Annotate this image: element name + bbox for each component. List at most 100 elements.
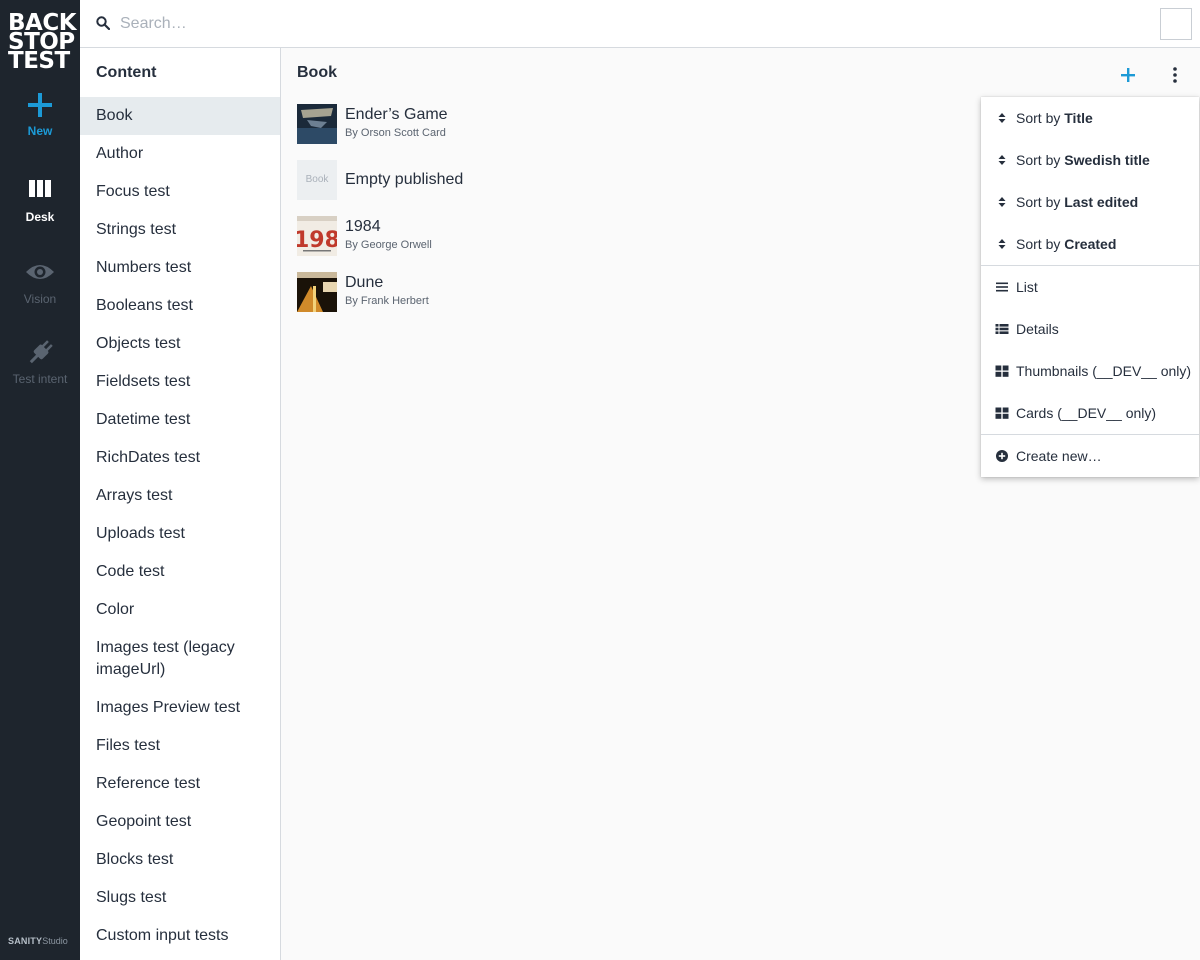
- type-item-color[interactable]: Color: [80, 591, 280, 629]
- menu-sort-by-created[interactable]: Sort by Created: [981, 223, 1199, 265]
- menu-layout-list[interactable]: List: [981, 266, 1199, 308]
- menu-item-label: Cards (__DEV__ only): [1016, 405, 1157, 421]
- menu-layout-cards[interactable]: Cards (__DEV__ only): [981, 392, 1199, 434]
- document-subtitle: By Frank Herbert: [345, 295, 429, 307]
- document-title: Ender’s Game: [345, 106, 448, 123]
- desk-columns-icon: [29, 180, 51, 197]
- pane-dropdown-menu: Sort by Title Sort by Swedish title Sort…: [981, 97, 1199, 477]
- type-item-focus-test[interactable]: Focus test: [80, 173, 280, 211]
- type-item-uploads-test[interactable]: Uploads test: [80, 515, 280, 553]
- type-item-richdates-test[interactable]: RichDates test: [80, 439, 280, 477]
- test-intent-label: Test intent: [12, 372, 68, 386]
- sanity-studio-logo: SANITYStudio: [8, 936, 68, 946]
- search-icon: [96, 16, 110, 30]
- document-item[interactable]: Dune By Frank Herbert: [297, 272, 897, 328]
- studio-text: Studio: [42, 936, 68, 946]
- vision-label: Vision: [23, 292, 57, 306]
- logo-line: TEST: [8, 48, 70, 74]
- document-subtitle: By Orson Scott Card: [345, 127, 446, 139]
- user-avatar-button[interactable]: [1160, 8, 1192, 40]
- test-intent-tool-button[interactable]: Test intent: [0, 338, 80, 386]
- details-icon: [995, 324, 1009, 334]
- menu-create-new[interactable]: Create new…: [981, 435, 1199, 477]
- dune-cover-image: [297, 272, 337, 312]
- sort-icon: [998, 155, 1006, 165]
- menu-item-label: Sort by Last edited: [1016, 194, 1138, 210]
- plug-icon: [29, 340, 53, 364]
- type-item-geopoint-test[interactable]: Geopoint test: [80, 803, 280, 841]
- new-label: New: [27, 124, 53, 138]
- menu-item-label: Sort by Title: [1016, 110, 1093, 126]
- list-icon: [996, 282, 1008, 292]
- type-item-datetime-test[interactable]: Datetime test: [80, 401, 280, 439]
- desk-label: Desk: [25, 210, 55, 224]
- type-item-author[interactable]: Author: [80, 135, 280, 173]
- type-item-files-test[interactable]: Files test: [80, 727, 280, 765]
- book-placeholder-thumb: Book: [297, 160, 337, 200]
- sort-prefix: Sort by: [1016, 110, 1061, 126]
- document-item[interactable]: Ender’s Game By Orson Scott Card: [297, 104, 897, 160]
- type-item-arrays-test[interactable]: Arrays test: [80, 477, 280, 515]
- 1984-cover-image: 1984: [297, 216, 337, 256]
- type-item-blocks-test[interactable]: Blocks test: [80, 841, 280, 879]
- tool-rail: BACK STOP TEST New Desk Vision Test inte…: [0, 0, 80, 960]
- menu-layout-thumbnails[interactable]: Thumbnails (__DEV__ only): [981, 350, 1199, 392]
- menu-item-label: Thumbnails (__DEV__ only): [1016, 363, 1192, 379]
- sort-prefix: Sort by: [1016, 152, 1061, 168]
- content-pane-title: Content: [96, 64, 157, 81]
- top-search-bar: [80, 0, 1200, 48]
- sort-icon: [998, 197, 1006, 207]
- menu-sort-by-last-edited[interactable]: Sort by Last edited: [981, 181, 1199, 223]
- sort-field: Title: [1064, 110, 1093, 126]
- document-item[interactable]: Book Empty published: [297, 160, 897, 216]
- menu-sort-by-title[interactable]: Sort by Title: [981, 97, 1199, 139]
- sort-icon: [998, 239, 1006, 249]
- document-list: Ender’s Game By Orson Scott Card Book Em…: [297, 104, 897, 328]
- type-item-images-test-legacy[interactable]: Images test (legacy imageUrl): [80, 629, 280, 689]
- menu-item-label: Create new…: [1016, 448, 1102, 464]
- cover-1984-text: 1984: [297, 228, 337, 253]
- menu-item-label: Details: [1016, 321, 1059, 337]
- backstop-test-logo[interactable]: BACK STOP TEST: [8, 12, 77, 74]
- type-item-strings-test[interactable]: Strings test: [80, 211, 280, 249]
- sort-prefix: Sort by: [1016, 236, 1061, 252]
- document-title: Dune: [345, 274, 384, 291]
- type-item-slugs-test[interactable]: Slugs test: [80, 879, 280, 917]
- content-pane: Content Book Author Focus test Strings t…: [80, 48, 281, 960]
- create-book-button[interactable]: [1117, 64, 1139, 86]
- menu-item-label: Sort by Created: [1016, 236, 1116, 252]
- type-item-booleans-test[interactable]: Booleans test: [80, 287, 280, 325]
- pane-menu-button[interactable]: [1165, 64, 1185, 86]
- book-pane-title: Book: [297, 64, 337, 81]
- cards-grid-icon: [995, 407, 1009, 419]
- sanity-text: SANITY: [8, 936, 43, 946]
- document-item[interactable]: 1984 1984 By George Orwell: [297, 216, 897, 272]
- sort-prefix: Sort by: [1016, 194, 1061, 210]
- desk-tool-button[interactable]: Desk: [0, 176, 80, 224]
- type-item-code-test[interactable]: Code test: [80, 553, 280, 591]
- type-item-reference-test[interactable]: Reference test: [80, 765, 280, 803]
- sort-field: Created: [1064, 236, 1117, 252]
- search-input[interactable]: [120, 10, 1020, 38]
- sort-field: Last edited: [1064, 194, 1139, 210]
- eye-icon: [26, 265, 54, 279]
- content-type-list: Book Author Focus test Strings test Numb…: [80, 97, 280, 955]
- type-item-images-preview-test[interactable]: Images Preview test: [80, 689, 280, 727]
- document-title: Empty published: [345, 171, 464, 188]
- sort-icon: [998, 113, 1006, 123]
- type-item-fieldsets-test[interactable]: Fieldsets test: [80, 363, 280, 401]
- document-title: 1984: [345, 218, 381, 235]
- type-item-book[interactable]: Book: [80, 97, 280, 135]
- new-document-button[interactable]: New: [0, 90, 80, 138]
- type-item-custom-input-tests[interactable]: Custom input tests: [80, 917, 280, 955]
- type-item-numbers-test[interactable]: Numbers test: [80, 249, 280, 287]
- add-circle-icon: [996, 450, 1008, 462]
- vision-tool-button[interactable]: Vision: [0, 258, 80, 306]
- plus-icon: [28, 93, 52, 117]
- type-item-objects-test[interactable]: Objects test: [80, 325, 280, 363]
- document-subtitle: By George Orwell: [345, 239, 432, 251]
- menu-layout-details[interactable]: Details: [981, 308, 1199, 350]
- sort-field: Swedish title: [1064, 152, 1150, 168]
- menu-sort-by-swedish-title[interactable]: Sort by Swedish title: [981, 139, 1199, 181]
- menu-item-label: List: [1016, 279, 1038, 295]
